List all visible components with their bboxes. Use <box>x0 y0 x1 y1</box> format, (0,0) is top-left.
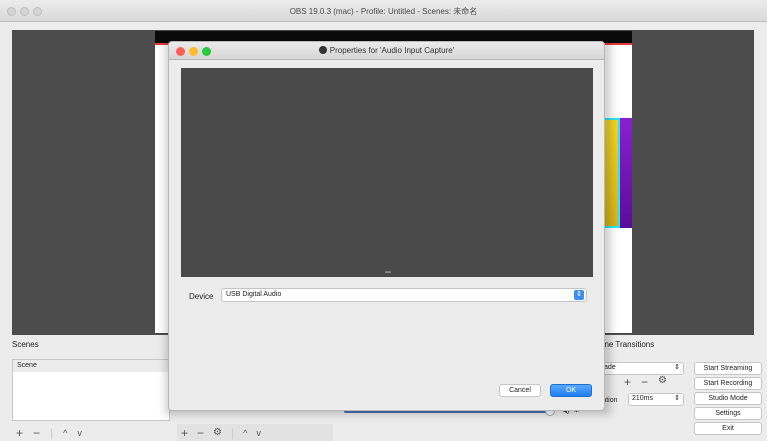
cancel-button[interactable]: Cancel <box>499 384 541 397</box>
device-select[interactable]: USB Digital Audio ⇕ <box>221 288 587 302</box>
updown-icon[interactable]: ⇕ <box>674 394 680 402</box>
chevron-down-icon[interactable]: v <box>77 428 82 438</box>
gear-icon[interactable]: ⚙ <box>658 375 667 389</box>
duration-value: 210ms <box>632 395 654 402</box>
exit-button[interactable]: Exit <box>694 422 762 435</box>
device-label: Device <box>189 292 214 301</box>
duration-spinbox[interactable]: 210ms ⇕ <box>628 393 684 406</box>
chevron-up-icon[interactable]: ^ <box>243 428 247 438</box>
minus-icon[interactable]: − <box>197 426 204 440</box>
scenes-toolbar: + − | ^ v <box>12 424 170 441</box>
start-streaming-button[interactable]: Start Streaming <box>694 362 762 375</box>
plus-icon[interactable]: + <box>624 375 631 389</box>
chevron-down-icon[interactable]: v <box>256 428 261 438</box>
gear-icon[interactable]: ⚙ <box>213 427 222 438</box>
scenes-label: Scenes <box>12 340 39 349</box>
settings-button[interactable]: Settings <box>694 407 762 420</box>
device-value: USB Digital Audio <box>226 291 282 298</box>
divider: | <box>231 425 235 440</box>
dialog-title: Properties for 'Audio Input Capture' <box>169 46 604 55</box>
window-title: OBS 19.0.3 (mac) - Profile: Untitled - S… <box>289 7 478 16</box>
minus-icon[interactable]: − <box>641 375 648 389</box>
dialog-title-text: Properties for 'Audio Input Capture' <box>329 46 455 55</box>
scenes-list: Scene <box>12 359 170 421</box>
studio-mode-button[interactable]: Studio Mode <box>694 392 762 405</box>
resize-grip-icon[interactable]: ▬ <box>385 269 391 275</box>
main-titlebar: OBS 19.0.3 (mac) - Profile: Untitled - S… <box>0 0 767 22</box>
minus-icon[interactable]: − <box>33 426 40 440</box>
updown-icon: ⇕ <box>674 364 680 371</box>
dialog-titlebar: Properties for 'Audio Input Capture' <box>169 42 604 60</box>
plus-icon[interactable]: + <box>181 426 188 440</box>
dialog-preview: ▬ <box>181 68 593 277</box>
scene-item[interactable]: Scene <box>13 360 169 372</box>
obs-logo-icon <box>318 46 327 54</box>
transition-toolbar: + − ⚙ <box>624 375 667 389</box>
ok-button[interactable]: OK <box>550 384 592 397</box>
start-recording-button[interactable]: Start Recording <box>694 377 762 390</box>
chevron-up-icon[interactable]: ^ <box>63 428 67 438</box>
scene-source-image-2 <box>620 118 632 228</box>
plus-icon[interactable]: + <box>16 426 23 440</box>
properties-dialog: Properties for 'Audio Input Capture' ▬ D… <box>168 41 605 411</box>
updown-icon: ⇕ <box>574 290 584 300</box>
divider: | <box>50 425 54 440</box>
transition-select[interactable]: ade ⇕ <box>600 362 684 375</box>
sources-toolbar: + − ⚙ | ^ v <box>177 424 333 441</box>
